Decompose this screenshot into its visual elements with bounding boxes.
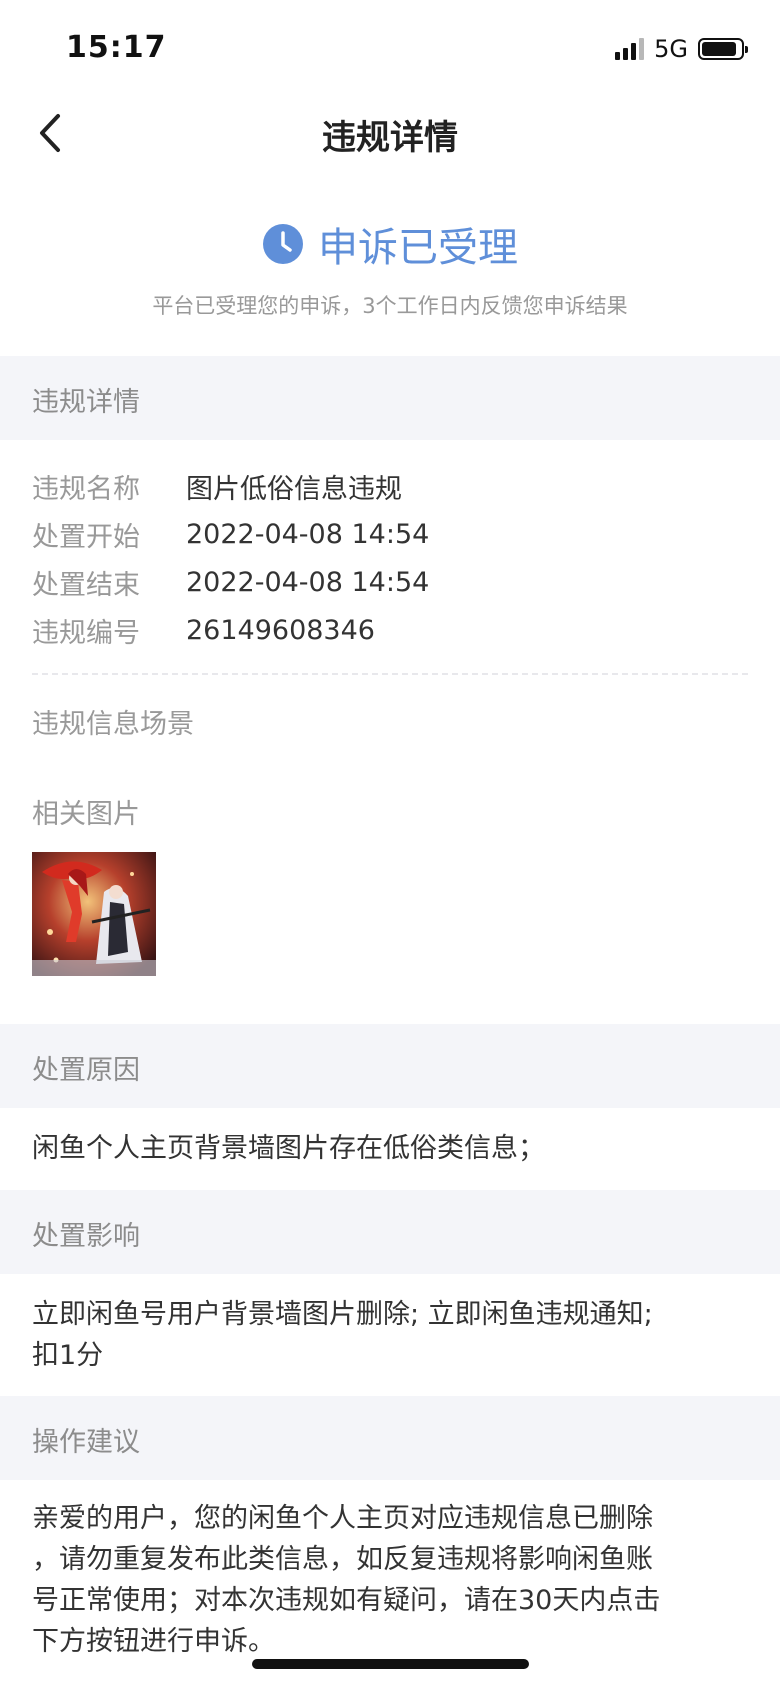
violation-detail-page: 15:17 5G 违规详情 申诉已受理 平台已受理您的申诉，3个工作日内反馈您申… bbox=[0, 0, 780, 1688]
detail-label: 违规名称 bbox=[32, 473, 140, 505]
signal-bars-icon bbox=[615, 38, 645, 60]
advice-line: 亲爱的用户，您的闲鱼个人主页对应违规信息已删除 bbox=[32, 1503, 653, 1534]
detail-value: 26149608346 bbox=[186, 614, 375, 646]
appeal-status-title: 申诉已受理 bbox=[318, 225, 518, 271]
detail-label: 处置结束 bbox=[32, 569, 140, 601]
detail-row-end: 处置结束 2022-04-08 14:54 bbox=[32, 558, 429, 606]
details-section-header: 违规详情 bbox=[0, 356, 780, 440]
detail-value: 2022-04-08 14:54 bbox=[186, 566, 430, 598]
battery-icon bbox=[698, 38, 748, 60]
related-image-thumbnail[interactable] bbox=[32, 852, 156, 976]
advice-line: 号正常使用；对本次违规如有疑问，请在30天内点击 bbox=[32, 1585, 661, 1616]
detail-label: 违规编号 bbox=[32, 617, 140, 649]
navigation-bar: 违规详情 bbox=[0, 100, 780, 166]
page-title: 违规详情 bbox=[322, 118, 458, 158]
detail-value: 2022-04-08 14:54 bbox=[186, 518, 430, 550]
advice-line: 下方按钮进行申诉。 bbox=[32, 1626, 275, 1657]
impact-text: 立即闲鱼号用户背景墙图片删除; 立即闲鱼违规通知; 扣1分 bbox=[32, 1294, 748, 1376]
detail-row-name: 违规名称 图片低俗信息违规 bbox=[32, 462, 429, 510]
anime-artwork-image bbox=[32, 852, 156, 976]
appeal-status-description: 平台已受理您的申诉，3个工作日内反馈您申诉结果 bbox=[152, 294, 628, 318]
home-indicator[interactable] bbox=[252, 1659, 529, 1669]
status-time: 15:17 bbox=[66, 30, 167, 65]
detail-value: 图片低俗信息违规 bbox=[186, 473, 402, 505]
clock-icon bbox=[263, 224, 303, 264]
reason-section-header: 处置原因 bbox=[0, 1024, 780, 1108]
reason-text: 闲鱼个人主页背景墙图片存在低俗类信息； bbox=[32, 1133, 545, 1164]
violation-scene-label: 违规信息场景 bbox=[32, 709, 194, 740]
details-section-title: 违规详情 bbox=[32, 387, 140, 418]
advice-section-header: 操作建议 bbox=[0, 1396, 780, 1480]
impact-line: 扣1分 bbox=[32, 1340, 104, 1371]
advice-line: ，请勿重复发布此类信息，如反复违规将影响闲鱼账 bbox=[32, 1544, 653, 1575]
impact-section-header: 处置影响 bbox=[0, 1190, 780, 1274]
detail-label: 处置开始 bbox=[32, 521, 140, 553]
network-type: 5G bbox=[654, 35, 688, 63]
advice-text: 亲爱的用户，您的闲鱼个人主页对应违规信息已删除 ，请勿重复发布此类信息，如反复违… bbox=[32, 1498, 748, 1662]
dashed-divider bbox=[32, 673, 748, 675]
details-list: 违规名称 图片低俗信息违规 处置开始 2022-04-08 14:54 处置结束… bbox=[32, 462, 429, 654]
impact-section-title: 处置影响 bbox=[32, 1221, 140, 1252]
detail-row-start: 处置开始 2022-04-08 14:54 bbox=[32, 510, 429, 558]
related-images-label: 相关图片 bbox=[32, 799, 140, 830]
impact-line: 立即闲鱼号用户背景墙图片删除; 立即闲鱼违规通知; bbox=[32, 1299, 653, 1330]
appeal-status: 申诉已受理 bbox=[0, 215, 780, 273]
status-indicators: 5G bbox=[615, 34, 748, 64]
detail-row-id: 违规编号 26149608346 bbox=[32, 606, 429, 654]
reason-section-title: 处置原因 bbox=[32, 1055, 140, 1086]
advice-section-title: 操作建议 bbox=[32, 1427, 140, 1458]
status-bar: 15:17 5G bbox=[0, 0, 780, 100]
